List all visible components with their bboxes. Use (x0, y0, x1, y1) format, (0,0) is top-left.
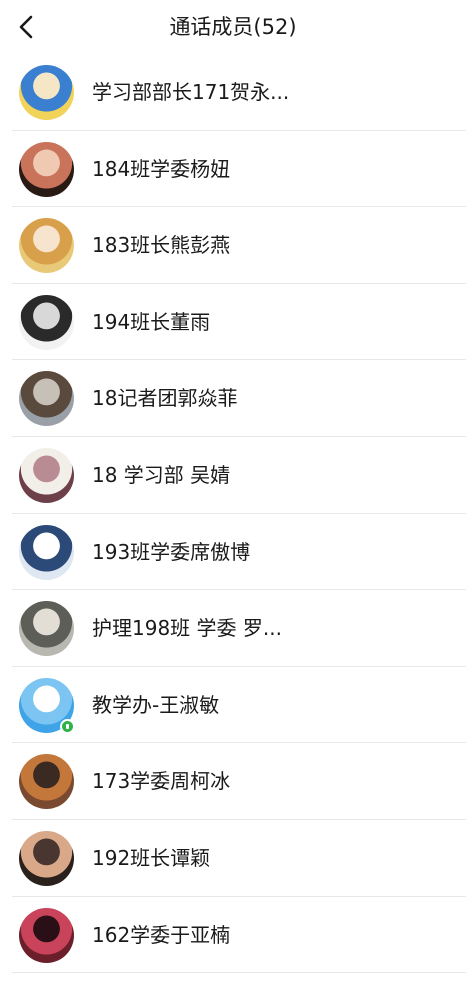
member-row[interactable]: 学习部部长171贺永... (0, 54, 466, 131)
avatar-image (19, 218, 74, 274)
member-name: 学习部部长171贺永... (92, 80, 290, 104)
member-name: 162学委于亚楠 (92, 922, 231, 947)
avatar-image (19, 294, 74, 350)
avatar-image (19, 601, 74, 657)
member-name: 192班长谭颖 (92, 845, 211, 870)
avatar-image (19, 907, 74, 963)
online-status-icon (60, 718, 75, 734)
member-name: 183班长熊彭燕 (92, 233, 231, 258)
avatar (19, 294, 74, 350)
member-name: 193班学委席傲博 (92, 539, 251, 564)
member-name: 18 学习部 吴婧 (92, 462, 231, 487)
avatar (19, 447, 74, 503)
avatar-image (19, 524, 74, 580)
member-row[interactable]: 184班学委杨妞 (0, 131, 466, 208)
avatar (19, 371, 74, 427)
member-name: 护理198班 学委 罗... (92, 616, 282, 641)
member-row[interactable]: 183班长熊彭燕 (0, 207, 466, 284)
avatar (19, 524, 74, 580)
member-name: 教学办-王淑敏 (92, 692, 220, 717)
avatar-image (19, 371, 74, 427)
member-row[interactable]: 194班长董雨 (0, 284, 466, 361)
member-row[interactable]: 18记者团郭焱菲 (0, 360, 466, 437)
member-row[interactable]: 18 学习部 吴婧 (0, 437, 466, 514)
avatar (19, 677, 75, 734)
member-name: 194班长董雨 (92, 309, 211, 334)
page-title: 通话成员(52) (169, 15, 297, 39)
header-bar: 通话成员(52) (0, 0, 466, 56)
avatar (19, 754, 74, 810)
member-name: 173学委周柯冰 (92, 769, 231, 794)
member-row[interactable]: 162学委于亚楠 (0, 897, 466, 974)
member-row[interactable]: 护理198班 学委 罗... (0, 590, 466, 667)
member-list: 学习部部长171贺永... 184班学委杨妞 183班长熊彭燕 194班长董雨 … (0, 54, 466, 973)
avatar-image (19, 830, 74, 886)
avatar (19, 141, 74, 197)
member-row[interactable]: 教学办-王淑敏 (0, 667, 466, 744)
member-row[interactable]: 192班长谭颖 (0, 820, 466, 897)
member-row[interactable]: 193班学委席傲博 (0, 514, 466, 591)
avatar-image (19, 141, 74, 197)
member-name: 18记者团郭焱菲 (92, 386, 238, 411)
avatar-image (19, 447, 74, 503)
avatar-image (19, 754, 74, 810)
avatar (19, 830, 74, 886)
avatar (19, 65, 74, 120)
member-row[interactable]: 173学委周柯冰 (0, 743, 466, 820)
avatar (19, 601, 74, 657)
avatar (19, 907, 74, 963)
avatar-image (19, 65, 74, 120)
avatar (19, 218, 74, 274)
member-name: 184班学委杨妞 (92, 156, 231, 181)
